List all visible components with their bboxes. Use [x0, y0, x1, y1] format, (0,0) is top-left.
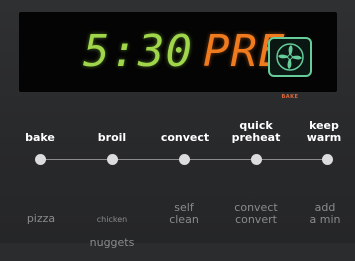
quick-preheat-indicator[interactable]	[251, 154, 262, 165]
bake-indicator[interactable]	[35, 154, 46, 165]
keep-warm-indicator[interactable]	[322, 154, 333, 165]
display-readout: 5:30 PRE	[83, 30, 285, 74]
chicken-label: chicken	[96, 215, 128, 224]
nuggets-label: nuggets	[89, 236, 135, 249]
bake-button[interactable]: bake	[20, 132, 60, 144]
convection-fan-icon	[268, 37, 312, 77]
quick-preheat-button[interactable]: quick preheat	[226, 120, 286, 144]
convect-indicator[interactable]	[179, 154, 190, 165]
convect-button[interactable]: convect	[155, 132, 215, 144]
bake-mode-label: BAKE	[281, 94, 299, 100]
pizza-button[interactable]: pizza	[18, 213, 64, 225]
oven-display: 5:30 PRE BAKE	[19, 12, 337, 100]
self-clean-button[interactable]: self clean	[159, 202, 209, 226]
chicken-nuggets-button[interactable]: chicken nuggets	[84, 203, 140, 261]
keep-warm-button[interactable]: keep warm	[301, 120, 347, 144]
convect-convert-button[interactable]: convect convert	[226, 202, 286, 226]
broil-indicator[interactable]	[107, 154, 118, 165]
add-a-min-button[interactable]: add a min	[303, 202, 347, 226]
timer-readout: 5:30	[83, 26, 193, 77]
oven-control-panel: 5:30 PRE BAKE bake broil convect quick pr…	[0, 0, 355, 249]
broil-button[interactable]: broil	[89, 132, 135, 144]
